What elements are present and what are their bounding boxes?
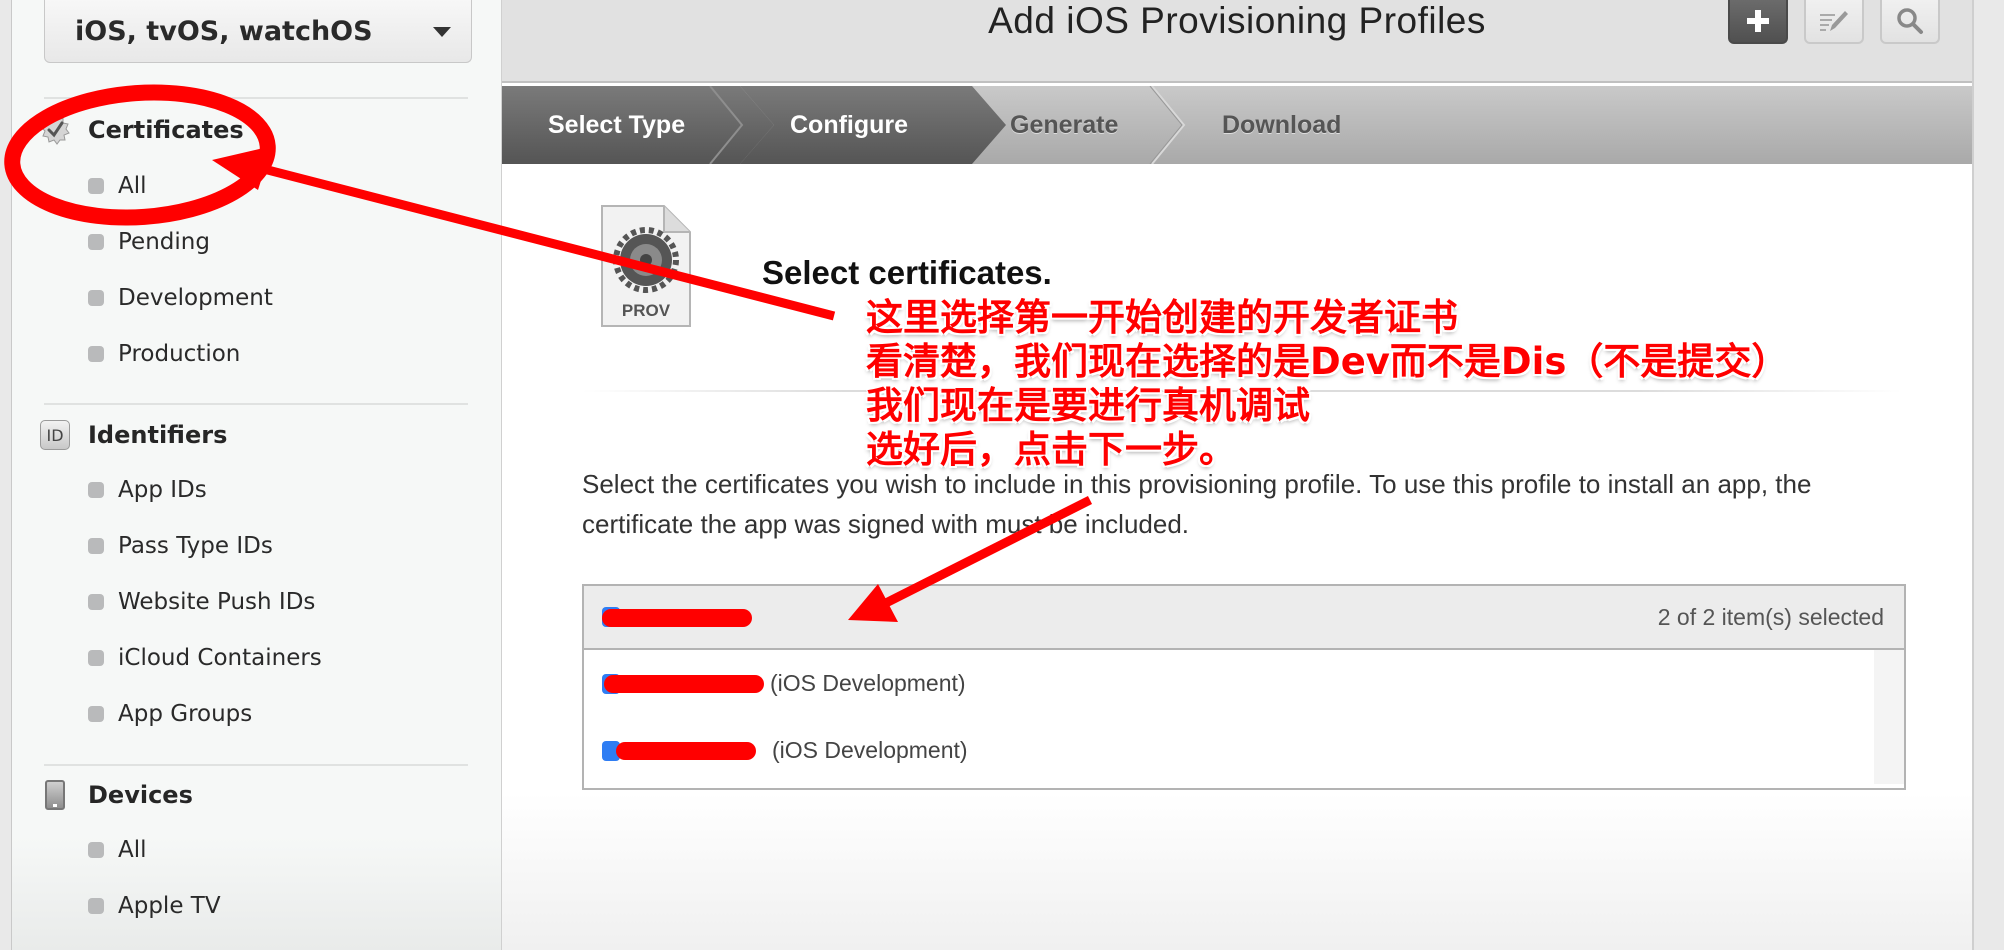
main-panel: Add iOS Provisioning Profiles Select Typ… — [502, 0, 1972, 950]
search-icon — [1897, 8, 1923, 34]
window-right-edge — [1972, 0, 2004, 950]
sidebar-item-label: iCloud Containers — [118, 645, 322, 671]
sidebar: iOS, tvOS, watchOS Certificates All Pend… — [12, 0, 502, 950]
redaction-mark — [602, 608, 752, 627]
id-badge-icon: ID — [40, 420, 70, 450]
sidebar-item-label: Production — [118, 341, 241, 367]
bullet-icon — [88, 538, 104, 554]
sidebar-item-label: App IDs — [118, 477, 207, 503]
annotation-line: 选好后，点击下一步。 — [866, 428, 1236, 471]
bullet-icon — [88, 706, 104, 722]
bullet-icon — [88, 594, 104, 610]
step-configure: Configure — [790, 110, 909, 139]
description-text: Select the certificates you wish to incl… — [582, 469, 1812, 539]
annotation-line: 看清楚，我们现在选择的是Dev而不是Dis（不是提交） — [866, 340, 1789, 383]
step-download: Download — [1222, 110, 1342, 139]
bullet-icon — [88, 842, 104, 858]
sidebar-item-certificates-all[interactable]: All — [88, 173, 147, 199]
step-select-type: Select Type — [548, 110, 686, 139]
sidebar-item-app-groups[interactable]: App Groups — [88, 701, 252, 727]
annotation-line: 这里选择第一开始创建的开发者证书 — [866, 296, 1458, 339]
section-title: Certificates — [88, 116, 244, 144]
plus-icon — [1747, 10, 1769, 32]
prov-icon-label: PROV — [622, 301, 671, 320]
bullet-icon — [88, 650, 104, 666]
sidebar-divider — [44, 97, 468, 99]
table-row[interactable]: (iOS Development) — [584, 650, 1904, 717]
sidebar-item-label: All — [118, 173, 147, 199]
certificate-table: Select All 2 of 2 item(s) selected (iOS … — [582, 584, 1906, 790]
sidebar-divider — [44, 403, 468, 405]
redaction-mark — [616, 741, 756, 760]
sidebar-item-certificates-development[interactable]: Development — [88, 285, 273, 311]
section-title: Devices — [88, 781, 193, 809]
bullet-icon — [88, 346, 104, 362]
sidebar-item-certificates-production[interactable]: Production — [88, 341, 240, 367]
sidebar-item-certificates-pending[interactable]: Pending — [88, 229, 210, 255]
provisioning-file-icon: PROV — [598, 204, 694, 330]
selection-count: 2 of 2 item(s) selected — [1657, 603, 1884, 630]
chevron-down-icon — [433, 27, 451, 37]
redaction-mark — [604, 674, 764, 693]
select-all-checkbox[interactable]: Select All — [602, 604, 752, 631]
certificate-type: (iOS Development) — [772, 737, 968, 763]
sidebar-section-devices[interactable]: Devices — [40, 780, 193, 810]
search-button[interactable] — [1880, 0, 1940, 44]
bullet-icon — [88, 898, 104, 914]
device-icon — [45, 780, 65, 810]
header-bar: Add iOS Provisioning Profiles — [502, 0, 1972, 83]
platform-select[interactable]: iOS, tvOS, watchOS — [44, 0, 472, 63]
annotation-line: 我们现在是要进行真机调试 — [866, 384, 1310, 427]
sidebar-item-icloud-containers[interactable]: iCloud Containers — [88, 645, 322, 671]
sidebar-section-certificates[interactable]: Certificates — [40, 115, 244, 145]
bullet-icon — [88, 234, 104, 250]
sidebar-item-label: App Groups — [118, 701, 253, 727]
content-area: PROV Select certificates. Select the cer… — [502, 164, 1972, 950]
sidebar-item-app-ids[interactable]: App IDs — [88, 477, 207, 503]
section-title: Select certificates. — [762, 254, 1052, 291]
sidebar-divider — [44, 764, 468, 766]
sidebar-item-website-push-ids[interactable]: Website Push IDs — [88, 589, 315, 615]
step-generate: Generate — [1010, 110, 1119, 139]
edit-icon — [1820, 11, 1848, 31]
platform-select-value: iOS, tvOS, watchOS — [75, 15, 373, 47]
edit-button[interactable] — [1804, 0, 1864, 44]
bullet-icon — [88, 290, 104, 306]
progress-steps: Select Type Configure Generate Download — [502, 86, 1972, 164]
certificate-type: (iOS Development) — [770, 670, 966, 696]
table-row[interactable]: (iOS Development) — [584, 717, 1904, 784]
sidebar-item-pass-type-ids[interactable]: Pass Type IDs — [88, 533, 273, 559]
window-left-edge — [0, 0, 12, 950]
certificate-badge-icon — [40, 115, 70, 145]
sidebar-section-identifiers[interactable]: ID Identifiers — [40, 420, 227, 450]
table-header: Select All 2 of 2 item(s) selected — [584, 586, 1904, 650]
section-title: Identifiers — [88, 421, 228, 449]
annotation-note: 这里选择第一开始创建的开发者证书 看清楚，我们现在选择的是Dev而不是Dis（不是… — [866, 296, 1788, 472]
sidebar-item-label: Apple TV — [118, 893, 221, 919]
sidebar-item-label: Pending — [118, 229, 210, 255]
bullet-icon — [88, 178, 104, 194]
sidebar-item-label: All — [118, 837, 147, 863]
sidebar-item-label: Development — [118, 285, 273, 311]
sidebar-item-apple-tv[interactable]: Apple TV — [88, 893, 221, 919]
sidebar-item-devices-all[interactable]: All — [88, 837, 147, 863]
bullet-icon — [88, 482, 104, 498]
sidebar-item-label: Website Push IDs — [118, 589, 316, 615]
add-button[interactable] — [1728, 0, 1788, 44]
sidebar-item-label: Pass Type IDs — [118, 533, 273, 559]
